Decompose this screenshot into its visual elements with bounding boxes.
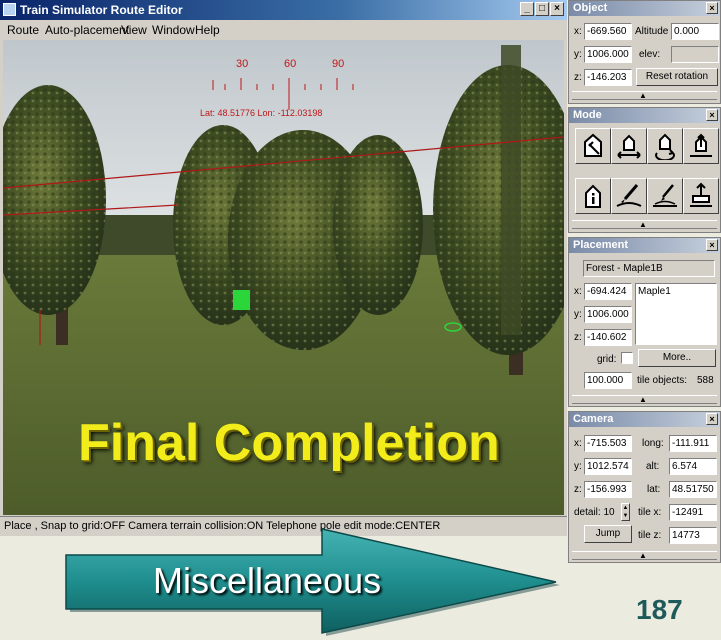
camera-panel-grip[interactable]: ▲ (572, 551, 717, 560)
compass-tick-90: 90 (332, 58, 345, 70)
object-panel-title-bar: Object × (569, 1, 720, 16)
camera-x-label: x: (574, 438, 582, 449)
placement-object-list[interactable]: Maple1 (635, 283, 717, 345)
3d-viewport[interactable]: 30 60 90 Lat: 48.51776 Lon: -112.03198 F… (3, 40, 564, 515)
menu-route[interactable]: Route (7, 23, 39, 37)
list-item[interactable]: Maple1 (638, 285, 716, 299)
tile-x-label: tile x: (638, 507, 662, 518)
window-title: Train Simulator Route Editor (20, 3, 183, 17)
jump-button[interactable]: Jump (584, 525, 632, 543)
detail-label: detail: 10 (574, 507, 615, 518)
placement-panel-title-bar: Placement × (569, 238, 720, 253)
pencil-terrain-icon[interactable] (647, 178, 683, 214)
lat-label: lat: (647, 484, 661, 495)
camera-y-label: y: (574, 461, 582, 472)
object-panel-grip[interactable]: ▲ (572, 91, 717, 100)
camera-z-label: z: (574, 484, 582, 495)
move-object-icon[interactable] (611, 128, 647, 164)
menu-bar: Route Auto-placement View Window Help (0, 20, 567, 40)
placement-panel-grip[interactable]: ▲ (572, 395, 717, 404)
elev-label: elev: (639, 49, 661, 60)
grid-checkbox[interactable] (621, 352, 633, 364)
alt-field[interactable]: 6.574 (669, 458, 717, 475)
camera-y-field[interactable]: 1012.574 (584, 458, 632, 475)
alt-label: alt: (646, 461, 660, 472)
placement-y-field[interactable]: 1006.000 (584, 306, 632, 323)
object-y-field[interactable]: 1006.000 (584, 46, 632, 63)
object-x-field[interactable]: -669.560 (584, 23, 632, 40)
overlay-title: Final Completion (78, 414, 500, 472)
object-panel: Object × x: -669.560 y: 1006.000 z: -146… (568, 0, 721, 104)
camera-panel-title: Camera (573, 413, 614, 425)
mode-panel-grip[interactable]: ▲ (572, 220, 717, 229)
rotate-object-icon[interactable] (647, 128, 683, 164)
long-field[interactable]: -111.911 (669, 435, 717, 452)
raise-object-icon[interactable] (683, 128, 719, 164)
object-panel-title: Object (573, 2, 608, 14)
camera-z-field[interactable]: -156.993 (584, 481, 632, 498)
camera-panel: Camera × x: -715.503 y: 1012.574 z: -156… (568, 411, 721, 563)
more-button[interactable]: More.. (638, 349, 716, 367)
lat-field[interactable]: 48.51750 (669, 481, 717, 498)
tile-objects-label: tile objects: (637, 375, 688, 386)
page-number: 187 (636, 594, 683, 625)
mode-panel: Mode × ▲ (568, 107, 721, 233)
maximize-button[interactable]: □ (535, 2, 549, 16)
tile-z-field[interactable]: 14773 (669, 527, 717, 544)
menu-auto-placement[interactable]: Auto-placement (45, 23, 129, 37)
detail-spinner[interactable]: ▲ ▼ (621, 503, 630, 521)
elevate-icon[interactable] (683, 178, 719, 214)
title-bar: Train Simulator Route Editor _ □ × (0, 0, 567, 20)
app-icon (3, 3, 16, 16)
elev-field (671, 46, 719, 63)
tile-z-label: tile z: (638, 530, 662, 541)
object-y-label: y: (574, 49, 582, 60)
placement-panel-close-icon[interactable]: × (706, 239, 718, 251)
object-panel-close-icon[interactable]: × (706, 2, 718, 14)
grid-size-field[interactable]: 100.000 (584, 372, 632, 389)
tile-objects-value: 588 (697, 375, 714, 386)
minimize-button[interactable]: _ (520, 2, 534, 16)
placement-x-label: x: (574, 286, 582, 297)
tile-x-field[interactable]: -12491 (669, 504, 717, 521)
menu-help[interactable]: Help (195, 23, 220, 37)
place-object-icon[interactable] (575, 128, 611, 164)
menu-window[interactable]: Window (152, 23, 195, 37)
altitude-label: Altitude (635, 26, 669, 37)
placement-y-label: y: (574, 309, 582, 320)
placement-z-label: z: (574, 332, 582, 343)
compass-tick-60: 60 (284, 58, 297, 70)
object-x-label: x: (574, 26, 582, 37)
mode-panel-close-icon[interactable]: × (706, 109, 718, 121)
placement-x-field[interactable]: -694.424 (584, 283, 632, 300)
route-editor-window: Train Simulator Route Editor _ □ × Route… (0, 0, 567, 536)
placement-panel-title: Placement (573, 239, 629, 251)
object-z-label: z: (574, 72, 582, 83)
placement-z-field[interactable]: -140.602 (584, 329, 632, 346)
camera-x-field[interactable]: -715.503 (584, 435, 632, 452)
compass-readout: Lat: 48.51776 Lon: -112.03198 (200, 108, 323, 118)
grid-label: grid: (597, 354, 617, 365)
camera-panel-close-icon[interactable]: × (706, 413, 718, 425)
compass-tick-30: 30 (236, 58, 249, 70)
reset-rotation-button[interactable]: Reset rotation (636, 68, 718, 86)
placement-object-name: Forest - Maple1B (583, 260, 715, 277)
menu-view[interactable]: View (121, 23, 147, 37)
long-label: long: (642, 438, 664, 449)
banner-label: Miscellaneous (153, 560, 382, 601)
close-button[interactable]: × (550, 2, 564, 16)
placement-panel: Placement × Forest - Maple1B x: -694.424… (568, 237, 721, 407)
mode-panel-title: Mode (573, 109, 602, 121)
object-z-field[interactable]: -146.203 (584, 69, 632, 86)
info-icon[interactable] (575, 178, 611, 214)
camera-panel-title-bar: Camera × (569, 412, 720, 427)
altitude-field[interactable]: 0.000 (671, 23, 719, 40)
mode-panel-title-bar: Mode × (569, 108, 720, 123)
brush-terrain-icon[interactable] (611, 178, 647, 214)
